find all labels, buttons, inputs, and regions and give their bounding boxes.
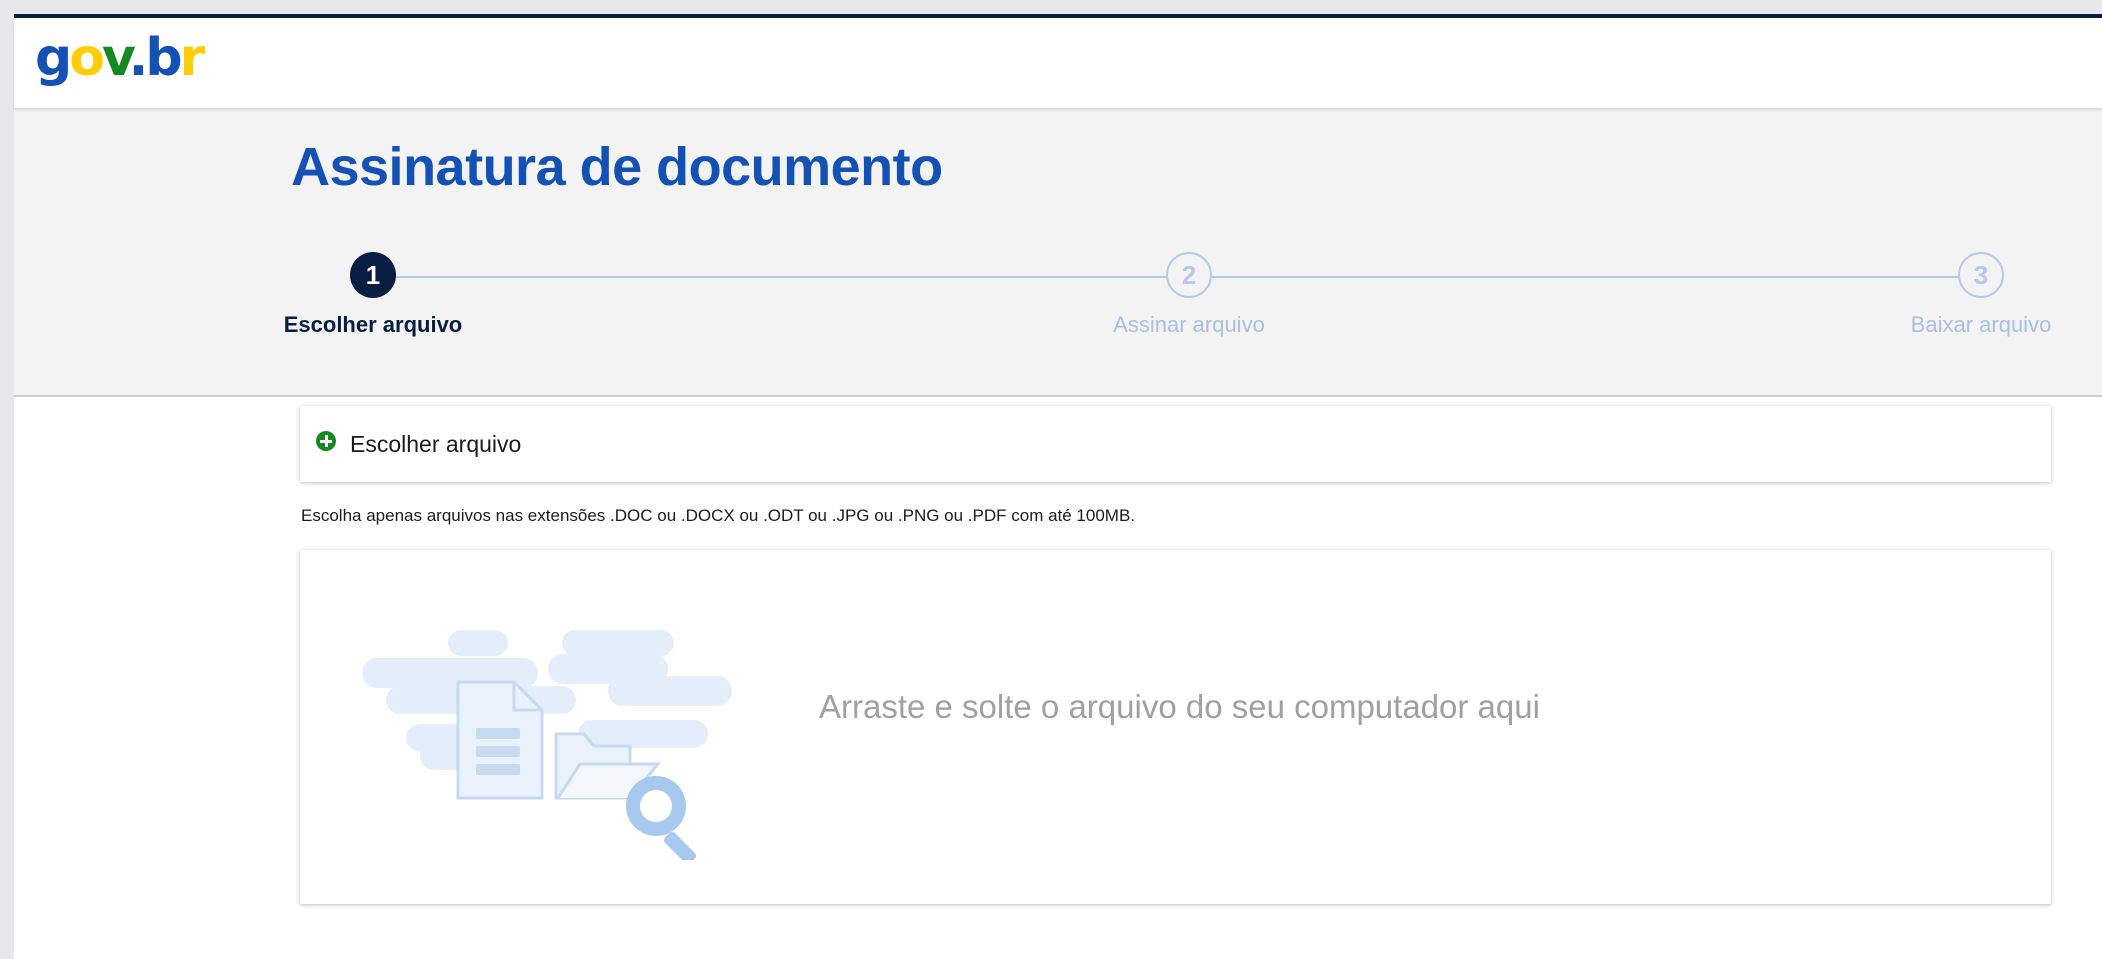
step-1: 1 Escolher arquivo <box>243 252 503 338</box>
plus-circle-icon <box>316 431 336 451</box>
logo-letter-r: r <box>179 28 206 88</box>
drop-zone-text: Arraste e solte o arquivo do seu computa… <box>819 688 1540 725</box>
page: gov.br Assinatura de documento 1 Escolhe… <box>0 0 2102 959</box>
step-3-label: Baixar arquivo <box>1910 312 2052 337</box>
logo-letter-b: b <box>145 28 182 88</box>
window-left-edge <box>0 0 14 959</box>
step-2-label: Assinar arquivo <box>1113 312 1265 337</box>
file-folder-search-icon <box>362 630 732 860</box>
page-title: Assinatura de documento <box>291 137 943 197</box>
choose-file-button[interactable]: Escolher arquivo <box>300 406 2051 482</box>
logo-letter-o: o <box>69 28 105 88</box>
logo-dot: . <box>128 28 149 88</box>
step-3: 3 Baixar arquivo <box>1851 252 2102 338</box>
page-hero: Assinatura de documento 1 Escolher arqui… <box>14 108 2102 397</box>
step-3-number: 3 <box>1958 252 2004 298</box>
step-1-label: Escolher arquivo <box>283 312 463 337</box>
step-2-number: 2 <box>1166 252 1212 298</box>
window-top-strip <box>14 0 2102 14</box>
file-type-hint: Escolha apenas arquivos nas extensões .D… <box>301 506 1136 525</box>
choose-file-label: Escolher arquivo <box>350 430 522 457</box>
logo-letter-g: g <box>35 28 72 88</box>
logo-letter-v: v <box>101 28 132 88</box>
step-connector-1 <box>396 276 1166 278</box>
step-2: 2 Assinar arquivo <box>1059 252 1319 338</box>
site-header: gov.br <box>14 18 2102 108</box>
file-dropzone[interactable]: Arraste e solte o arquivo do seu computa… <box>300 550 2051 904</box>
govbr-logo[interactable]: gov.br <box>35 32 205 84</box>
step-1-number: 1 <box>350 252 396 298</box>
